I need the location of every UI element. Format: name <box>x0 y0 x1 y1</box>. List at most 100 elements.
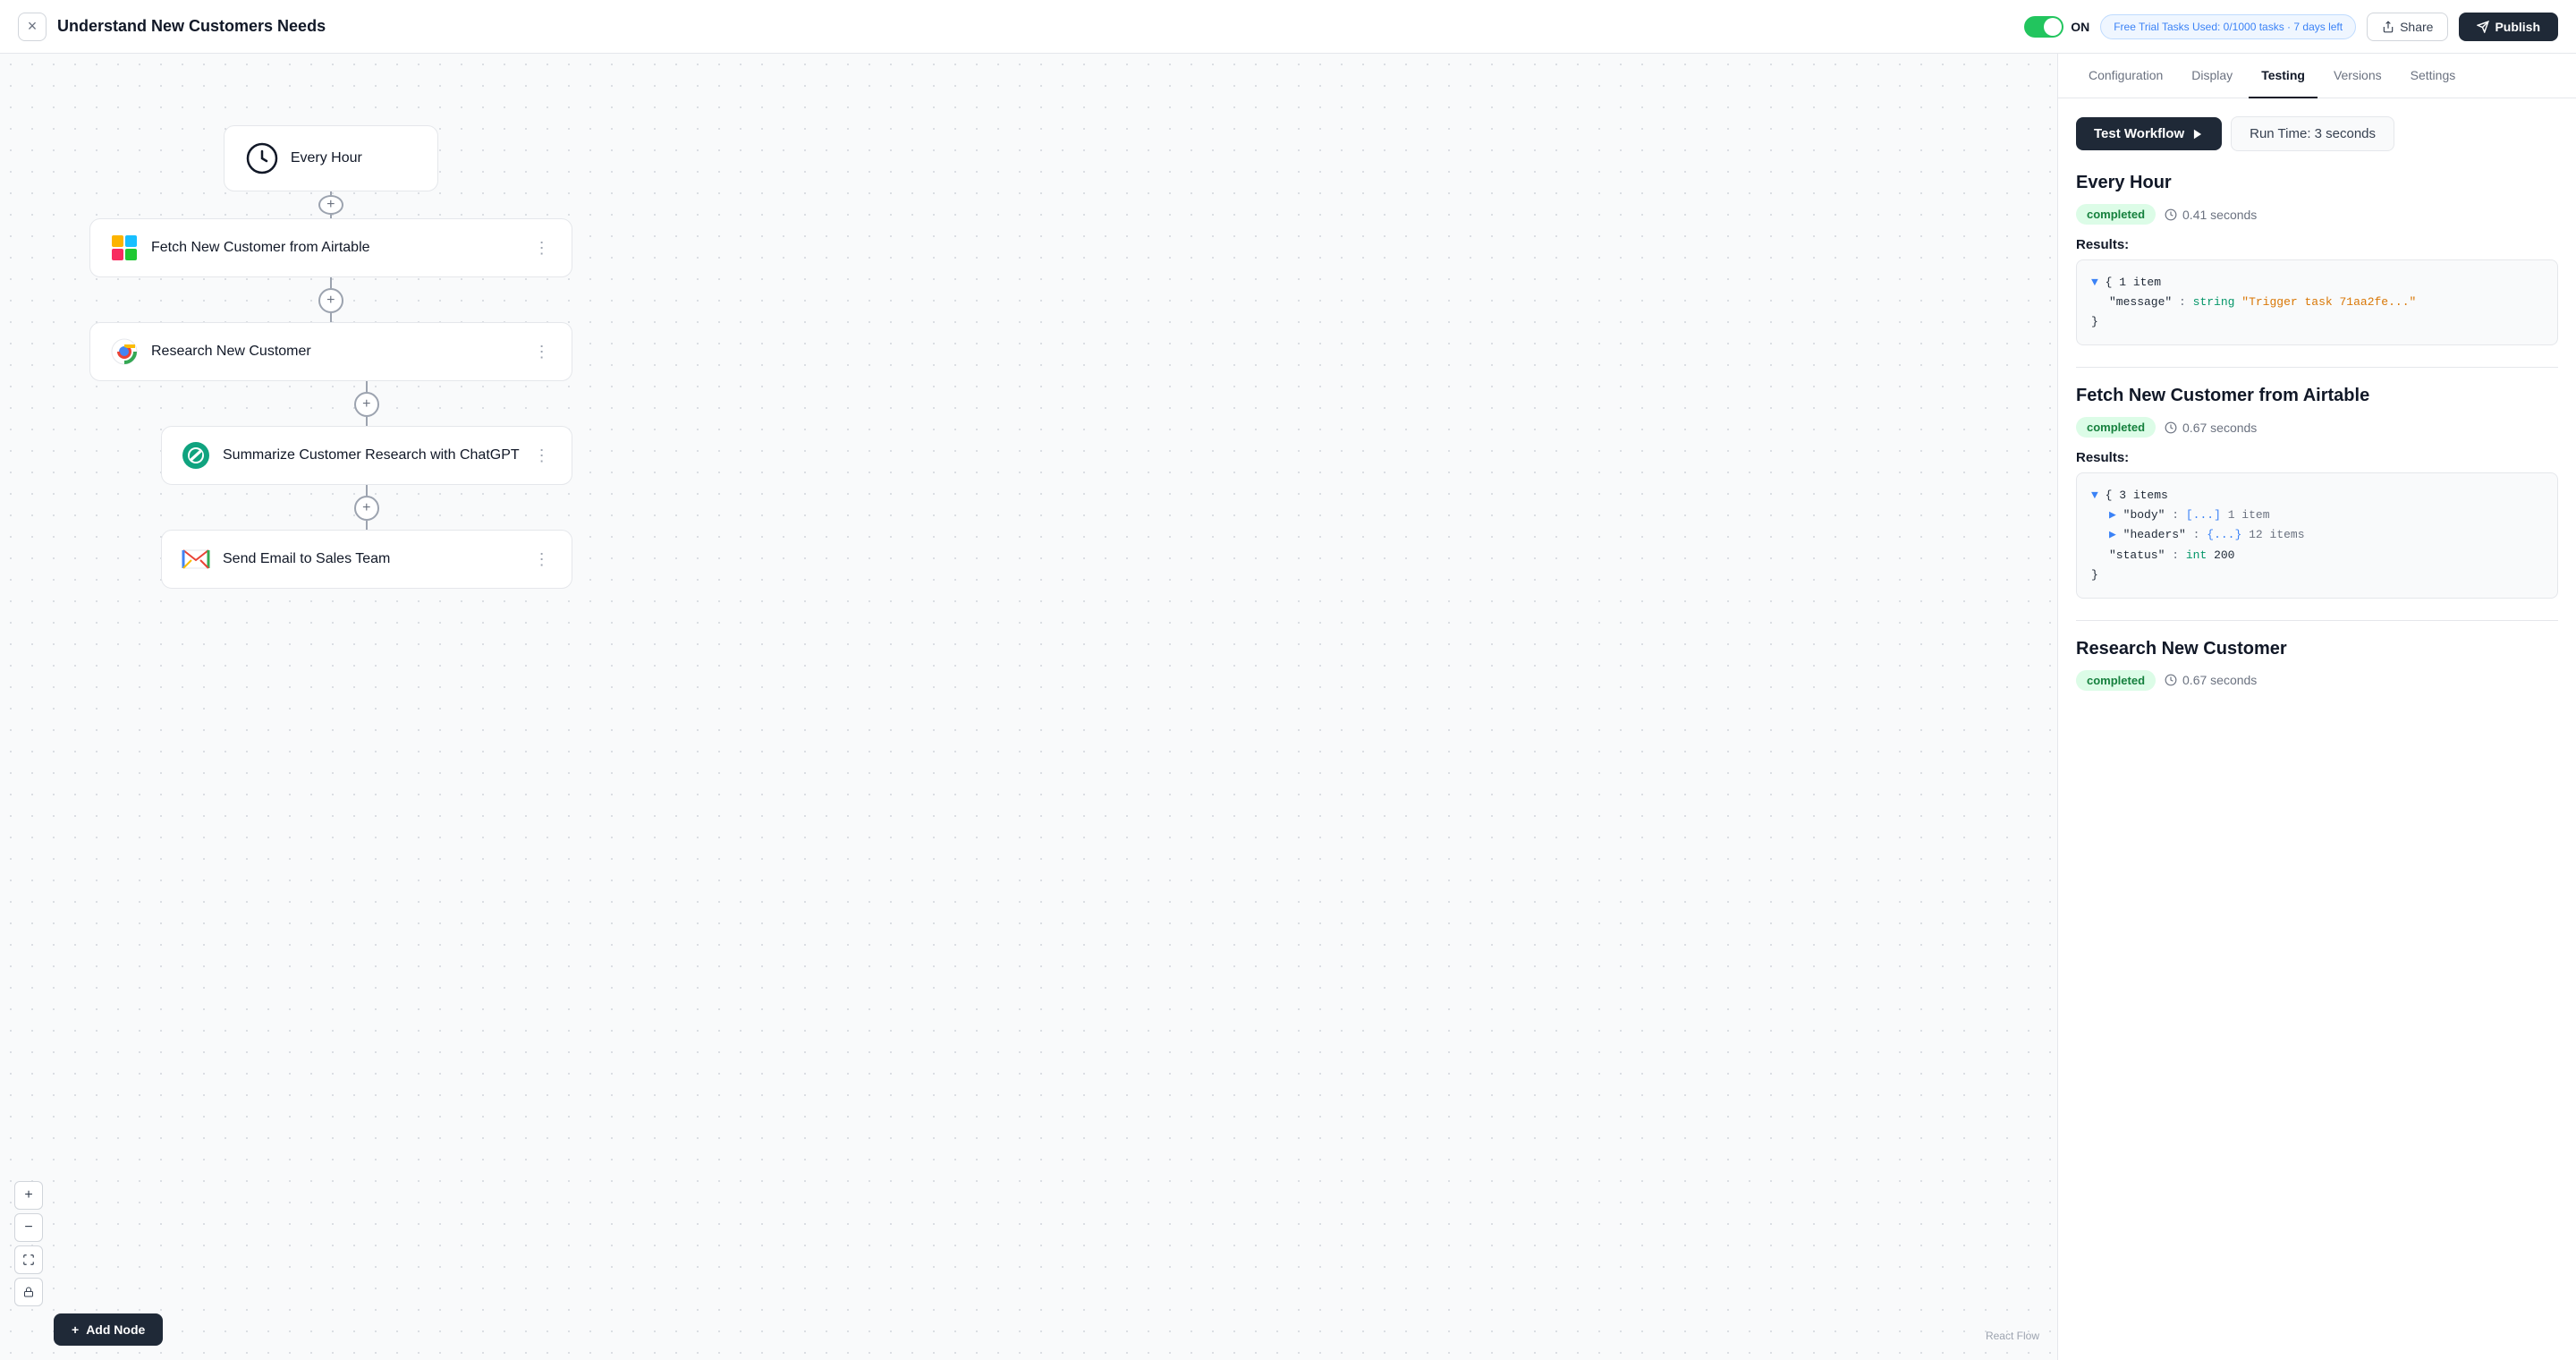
clock-icon <box>2165 208 2177 221</box>
test-toolbar: Test Workflow Run Time: 3 seconds <box>2076 116 2558 151</box>
node-send-email-menu[interactable]: ⋮ <box>530 547 554 573</box>
share-button[interactable]: Share <box>2367 13 2448 41</box>
status-badge-research-customer: completed <box>2076 670 2156 691</box>
topbar: × Understand New Customers Needs ON Free… <box>0 0 2576 54</box>
code-line-1: ▼ { 1 item <box>2091 273 2543 293</box>
result-every-hour-status-row: completed 0.41 seconds <box>2076 204 2558 225</box>
time-info-research-customer: 0.67 seconds <box>2165 673 2257 687</box>
canvas-content: Every Hour + <box>89 125 572 589</box>
clock-icon <box>2165 421 2177 434</box>
add-node-label: Add Node <box>86 1322 145 1337</box>
share-icon <box>2382 21 2394 33</box>
node-every-hour[interactable]: Every Hour <box>224 125 438 191</box>
react-flow-label: React Flow <box>1986 1330 2039 1342</box>
connector-4: + <box>161 485 572 530</box>
code-block-fetch-airtable: ▼ { 3 items ▶ "body" : [...] 1 item ▶ "h… <box>2076 472 2558 598</box>
publish-icon <box>2477 21 2489 33</box>
status-badge-fetch-airtable: completed <box>2076 417 2156 438</box>
fit-view-button[interactable] <box>14 1245 43 1274</box>
connector-1: + <box>89 191 572 218</box>
test-workflow-label: Test Workflow <box>2094 126 2184 141</box>
code-line-3: } <box>2091 312 2543 332</box>
result-fetch-airtable-title: Fetch New Customer from Airtable <box>2076 386 2558 406</box>
code-fa-1: ▼ { 3 items <box>2091 486 2543 506</box>
lock-button[interactable] <box>14 1278 43 1306</box>
node-send-email[interactable]: Send Email to Sales Team ⋮ <box>161 530 572 589</box>
tabs: Configuration Display Testing Versions S… <box>2058 54 2576 98</box>
node-send-email-label: Send Email to Sales Team <box>223 551 520 567</box>
airtable-icon <box>108 232 140 264</box>
node-fetch-airtable-menu[interactable]: ⋮ <box>530 235 554 261</box>
chatgpt-icon <box>180 439 212 472</box>
divider-1 <box>2076 367 2558 368</box>
node-fetch-airtable-label: Fetch New Customer from Airtable <box>151 240 520 256</box>
result-research-customer-status-row: completed 0.67 seconds <box>2076 670 2558 691</box>
node-research-customer[interactable]: Research New Customer ⋮ <box>89 322 572 381</box>
add-node-btn-4[interactable]: + <box>354 496 379 521</box>
code-line-2: "message" : string "Trigger task 71aa2fe… <box>2091 293 2543 312</box>
connector-2: + <box>89 277 572 322</box>
node-summarize-chatgpt[interactable]: Summarize Customer Research with ChatGPT… <box>161 426 572 485</box>
node-every-hour-label: Every Hour <box>291 150 416 166</box>
add-node-btn-3[interactable]: + <box>354 392 379 417</box>
results-label-fetch-airtable: Results: <box>2076 450 2558 465</box>
result-fetch-airtable-status-row: completed 0.67 seconds <box>2076 417 2558 438</box>
clock-icon <box>246 142 278 174</box>
add-node-bar[interactable]: + Add Node <box>54 1313 163 1346</box>
main-area: Every Hour + <box>0 54 2576 1360</box>
publish-label: Publish <box>2495 20 2540 34</box>
zoom-in-button[interactable]: + <box>14 1181 43 1210</box>
result-fetch-airtable: Fetch New Customer from Airtable complet… <box>2076 386 2558 598</box>
right-panel: Configuration Display Testing Versions S… <box>2057 54 2576 1360</box>
node-summarize-chatgpt-menu[interactable]: ⋮ <box>530 443 554 469</box>
tab-versions[interactable]: Versions <box>2321 54 2394 98</box>
time-fetch-airtable: 0.67 seconds <box>2182 421 2257 435</box>
runtime-badge: Run Time: 3 seconds <box>2231 116 2394 151</box>
toggle-wrap: ON <box>2024 16 2089 38</box>
connector-3: + <box>161 381 572 426</box>
share-label: Share <box>2400 20 2433 34</box>
result-research-customer: Research New Customer completed 0.67 sec… <box>2076 639 2558 691</box>
status-badge-every-hour: completed <box>2076 204 2156 225</box>
result-every-hour: Every Hour completed 0.41 seconds Result… <box>2076 173 2558 345</box>
node-research-customer-label: Research New Customer <box>151 344 520 360</box>
add-node-btn-1[interactable]: + <box>318 195 343 215</box>
divider-2 <box>2076 620 2558 621</box>
play-icon <box>2191 128 2204 140</box>
trial-badge: Free Trial Tasks Used: 0/1000 tasks · 7 … <box>2100 14 2356 39</box>
add-node-btn-2[interactable]: + <box>318 288 343 313</box>
runtime-label: Run Time: 3 seconds <box>2250 126 2376 141</box>
tab-testing[interactable]: Testing <box>2249 54 2318 98</box>
code-fa-4: "status" : int 200 <box>2091 546 2543 565</box>
chrome-icon <box>108 336 140 368</box>
node-research-customer-menu[interactable]: ⋮ <box>530 339 554 365</box>
time-every-hour: 0.41 seconds <box>2182 208 2257 222</box>
clock-icon <box>2165 674 2177 686</box>
gmail-icon <box>180 543 212 575</box>
code-fa-2: ▶ "body" : [...] 1 item <box>2091 506 2543 525</box>
node-fetch-airtable[interactable]: Fetch New Customer from Airtable ⋮ <box>89 218 572 277</box>
panel-content: Test Workflow Run Time: 3 seconds Every … <box>2058 98 2576 1360</box>
result-research-customer-title: Research New Customer <box>2076 639 2558 659</box>
publish-button[interactable]: Publish <box>2459 13 2558 41</box>
node-summarize-chatgpt-label: Summarize Customer Research with ChatGPT <box>223 447 520 463</box>
close-button[interactable]: × <box>18 13 47 41</box>
results-label-every-hour: Results: <box>2076 237 2558 252</box>
zoom-out-button[interactable]: − <box>14 1213 43 1242</box>
flow-section-trigger: Every Hour <box>89 125 572 191</box>
canvas-controls: + − <box>14 1181 43 1306</box>
tab-configuration[interactable]: Configuration <box>2076 54 2175 98</box>
tab-settings[interactable]: Settings <box>2398 54 2469 98</box>
result-every-hour-title: Every Hour <box>2076 173 2558 193</box>
time-info-fetch-airtable: 0.67 seconds <box>2165 421 2257 435</box>
workflow-toggle[interactable] <box>2024 16 2063 38</box>
page-title: Understand New Customers Needs <box>57 17 2013 36</box>
toggle-label: ON <box>2071 20 2089 34</box>
test-workflow-button[interactable]: Test Workflow <box>2076 117 2222 150</box>
workflow-canvas[interactable]: Every Hour + <box>0 54 2057 1360</box>
code-fa-3: ▶ "headers" : {...} 12 items <box>2091 525 2543 545</box>
time-research-customer: 0.67 seconds <box>2182 673 2257 687</box>
code-fa-5: } <box>2091 565 2543 585</box>
tab-display[interactable]: Display <box>2179 54 2245 98</box>
code-block-every-hour: ▼ { 1 item "message" : string "Trigger t… <box>2076 259 2558 345</box>
